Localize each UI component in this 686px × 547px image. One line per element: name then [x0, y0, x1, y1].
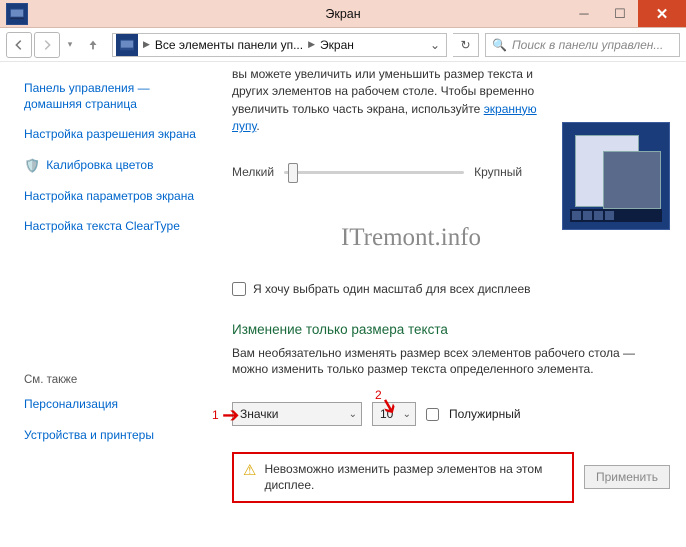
bold-checkbox[interactable]	[426, 408, 439, 421]
warning-box: ⚠ Невозможно изменить размер элементов н…	[232, 452, 574, 502]
chevron-right-icon: ▶	[141, 39, 152, 50]
address-dropdown-icon[interactable]: ⌄	[424, 38, 446, 52]
sidebar-link-screen-params[interactable]: Настройка параметров экрана	[24, 188, 204, 204]
back-button[interactable]	[6, 32, 32, 58]
slider-small-label: Мелкий	[232, 165, 274, 179]
see-also-heading: См. также	[24, 374, 204, 386]
sidebar-link-calibration[interactable]: 🛡️Калибровка цветов	[24, 157, 204, 175]
scale-slider[interactable]	[284, 160, 464, 184]
window-title: Экран	[325, 7, 360, 21]
arrow-icon: ➔	[222, 403, 240, 428]
refresh-button[interactable]: ↻	[453, 33, 479, 57]
sidebar-link-personalization[interactable]: Персонализация	[24, 396, 204, 412]
close-button[interactable]: ✕	[638, 0, 686, 27]
shield-icon: 🛡️	[24, 157, 40, 175]
control-panel-icon	[116, 34, 138, 56]
sidebar-home-link[interactable]: Панель управления — домашняя страница	[24, 80, 204, 112]
warning-icon: ⚠	[243, 461, 256, 481]
sidebar-link-resolution[interactable]: Настройка разрешения экрана	[24, 126, 204, 142]
search-placeholder: Поиск в панели управлен...	[512, 38, 663, 52]
forward-button[interactable]	[34, 32, 60, 58]
recent-dropdown[interactable]: ▾	[62, 32, 78, 58]
element-combo[interactable]: Значки ⌄	[232, 402, 362, 426]
sidebar-link-devices-printers[interactable]: Устройства и принтеры	[24, 427, 204, 443]
watermark-text: ITremont.info	[232, 224, 590, 252]
apply-button[interactable]: Применить	[584, 465, 670, 489]
search-icon: 🔍	[492, 38, 507, 52]
breadcrumb[interactable]: Все элементы панели уп...	[152, 38, 306, 52]
slider-large-label: Крупный	[474, 165, 522, 179]
monitor-preview	[562, 122, 670, 230]
text-size-heading: Изменение только размера текста	[232, 322, 670, 337]
single-scale-checkbox[interactable]	[232, 282, 246, 296]
single-scale-label[interactable]: Я хочу выбрать один масштаб для всех дис…	[253, 282, 531, 296]
maximize-button[interactable]: ☐	[602, 0, 638, 27]
app-icon	[6, 3, 28, 25]
bold-label[interactable]: Полужирный	[449, 407, 521, 421]
address-bar[interactable]: ▶ Все элементы панели уп... ▶ Экран ⌄	[112, 33, 447, 57]
minimize-button[interactable]: ─	[566, 0, 602, 27]
chevron-down-icon: ⌄	[341, 409, 357, 420]
breadcrumb[interactable]: Экран	[317, 38, 357, 52]
warning-text: Невозможно изменить размер элементов на …	[264, 461, 563, 493]
up-button[interactable]	[80, 32, 106, 58]
intro-text: вы можете увеличить или уменьшить размер…	[232, 66, 560, 136]
search-input[interactable]: 🔍 Поиск в панели управлен...	[485, 33, 680, 57]
text-size-description: Вам необязательно изменять размер всех э…	[232, 345, 670, 379]
sidebar-link-cleartype[interactable]: Настройка текста ClearType	[24, 218, 204, 234]
slider-thumb[interactable]	[288, 163, 298, 183]
chevron-right-icon: ▶	[306, 39, 317, 50]
